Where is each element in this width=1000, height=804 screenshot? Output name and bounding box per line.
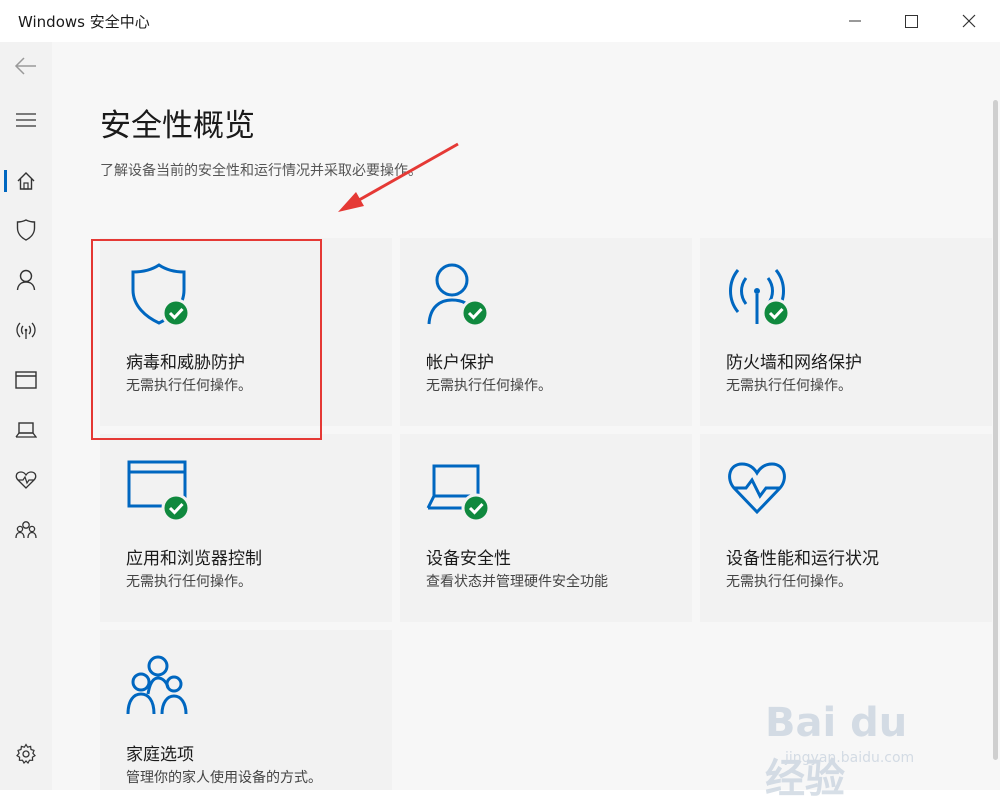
card-title: 设备安全性 [426, 549, 511, 569]
minimize-icon [849, 20, 861, 22]
gear-icon [16, 743, 36, 764]
window-title: Windows 安全中心 [18, 13, 150, 31]
window-icon [127, 460, 191, 522]
heart-icon [15, 471, 37, 489]
card-family-options[interactable]: 家庭选项 管理你的家人使用设备的方式。 [100, 630, 392, 790]
antenna-icon [729, 269, 791, 326]
title-bar: Windows 安全中心 [0, 0, 1000, 42]
antenna-icon [16, 322, 36, 339]
card-app-browser-control[interactable]: 应用和浏览器控制 无需执行任何操作。 [100, 434, 392, 622]
nav-family-options[interactable] [0, 510, 52, 550]
nav-app-browser-control[interactable] [0, 360, 52, 400]
card-firewall-network[interactable]: 防火墙和网络保护 无需执行任何操作。 [700, 238, 992, 426]
nav-settings[interactable] [0, 734, 52, 774]
minimize-button[interactable] [830, 0, 880, 42]
card-title: 家庭选项 [126, 745, 194, 765]
watermark: Bai du 经验 jingyan.baidu.com [755, 680, 955, 802]
maximize-icon [904, 14, 918, 28]
card-description: 无需执行任何操作。 [126, 574, 252, 590]
maximize-button[interactable] [886, 0, 936, 42]
window-icon [15, 371, 37, 389]
sidebar [0, 42, 52, 790]
laptop-icon [426, 464, 491, 522]
family-icon [126, 655, 188, 715]
card-virus-threat-protection[interactable]: 病毒和威胁防护 无需执行任何操作。 [100, 238, 392, 426]
person-icon [427, 263, 490, 326]
laptop-icon [15, 422, 37, 438]
heart-icon [728, 462, 786, 515]
shield-icon [131, 263, 191, 326]
card-description: 管理你的家人使用设备的方式。 [126, 770, 322, 786]
card-account-protection[interactable]: 帐户保护 无需执行任何操作。 [400, 238, 692, 426]
nav-device-health[interactable] [0, 460, 52, 500]
card-description: 无需执行任何操作。 [126, 378, 252, 394]
card-title: 防火墙和网络保护 [726, 353, 862, 373]
page-title: 安全性概览 [100, 108, 255, 144]
nav-firewall[interactable] [0, 310, 52, 350]
card-description: 查看状态并管理硬件安全功能 [426, 574, 608, 590]
nav-account-protection[interactable] [0, 260, 52, 300]
card-description: 无需执行任何操作。 [726, 574, 852, 590]
card-title: 病毒和威胁防护 [126, 353, 245, 373]
nav-home[interactable] [0, 161, 52, 201]
card-title: 帐户保护 [426, 353, 494, 373]
nav-virus-protection[interactable] [0, 210, 52, 250]
main-content: 安全性概览 了解设备当前的安全性和运行情况并采取必要操作。 病毒和威胁防护 无需… [52, 42, 1000, 790]
annotation-arrow [338, 142, 459, 212]
family-icon [15, 521, 37, 539]
active-indicator [4, 170, 7, 192]
card-title: 设备性能和运行状况 [726, 549, 879, 569]
back-arrow-icon [14, 57, 36, 75]
card-description: 无需执行任何操作。 [726, 378, 852, 394]
home-icon [17, 172, 35, 190]
watermark-url: jingyan.baidu.com [785, 750, 915, 766]
card-device-security[interactable]: 设备安全性 查看状态并管理硬件安全功能 [400, 434, 692, 622]
card-device-health[interactable]: 设备性能和运行状况 无需执行任何操作。 [700, 434, 992, 622]
shield-icon [16, 219, 36, 241]
nav-device-security[interactable] [0, 410, 52, 450]
scrollbar[interactable] [993, 100, 998, 760]
menu-button[interactable] [0, 100, 52, 140]
close-button[interactable] [944, 0, 994, 42]
close-icon [962, 14, 976, 28]
card-title: 应用和浏览器控制 [126, 549, 262, 569]
card-description: 无需执行任何操作。 [426, 378, 552, 394]
back-button[interactable] [0, 46, 52, 86]
person-icon [16, 269, 36, 291]
hamburger-icon [16, 113, 36, 127]
